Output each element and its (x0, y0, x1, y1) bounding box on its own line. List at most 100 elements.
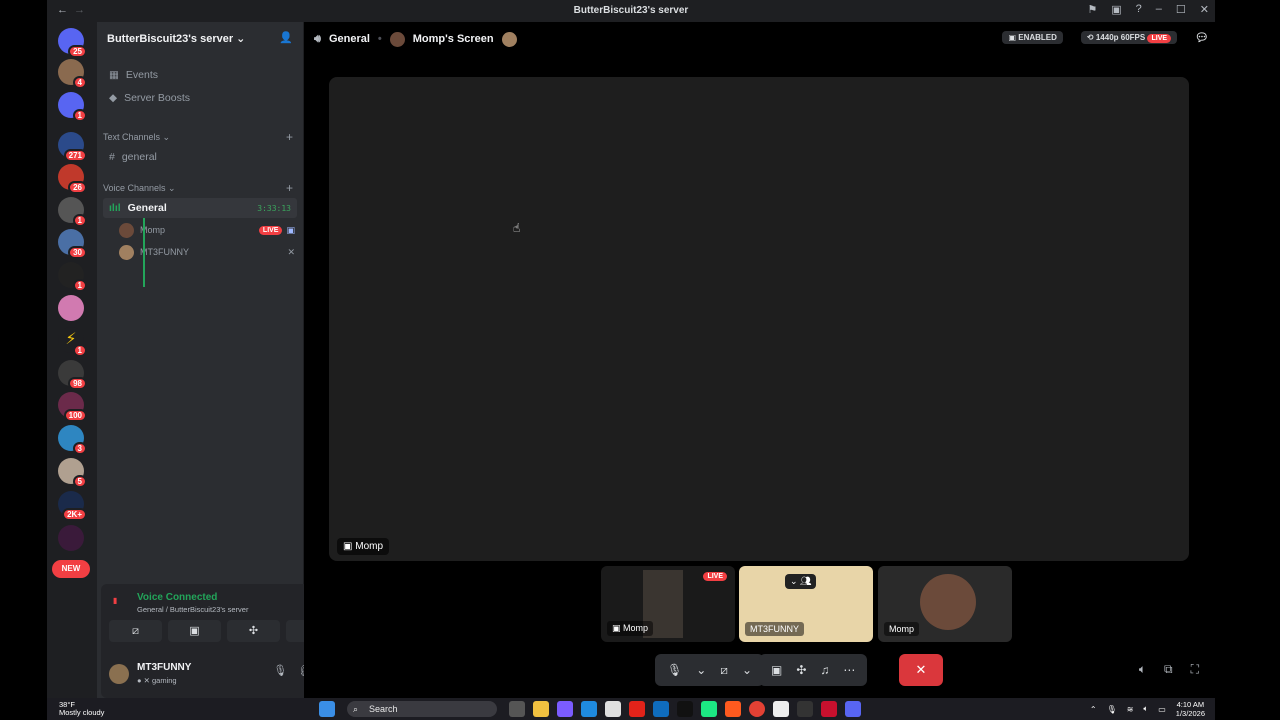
voice-channels-category[interactable]: Voice Channels ⌄ + (103, 181, 293, 195)
activities-icon[interactable]: ✣ (796, 663, 806, 677)
server-icon[interactable]: 271 (58, 132, 87, 162)
mcafee-icon[interactable] (821, 701, 837, 717)
leave-call-button[interactable]: ✕ (899, 654, 943, 686)
wifi-icon[interactable]: ≋ (1127, 705, 1134, 714)
chevron-up-icon[interactable]: ⌃ (1090, 705, 1097, 714)
add-channel-icon[interactable]: + (286, 130, 293, 144)
server-icon[interactable]: 4 (58, 59, 87, 89)
camera-off-icon[interactable]: ⧄ (720, 663, 728, 678)
avatar[interactable] (109, 664, 129, 684)
camera-off-button[interactable]: ⧄ (109, 620, 162, 642)
participant-tile[interactable]: ⌄ 👥︎ MT3FUNNY (739, 566, 873, 642)
voice-user-mt3funny[interactable]: MT3FUNNY ✕ (119, 242, 295, 262)
category-label: Text Channels ⌄ (103, 132, 171, 142)
server-icon[interactable] (58, 525, 84, 551)
badge: 30 (68, 246, 87, 259)
lightning-icon[interactable]: ⚡ 1 (58, 327, 87, 357)
volume-icon[interactable]: 🔈︎ (1139, 662, 1146, 677)
pop-out-icon[interactable]: ⧉ (1164, 662, 1173, 677)
server-icon[interactable]: 3 (58, 425, 87, 455)
share-screen-button[interactable]: ▣ (168, 620, 221, 642)
voice-user-momp[interactable]: Momp LIVE ▣ (119, 220, 295, 240)
title-bar: ←→ ButterBiscuit23's server ⚑ ▣ ? – ☐ ✕ (47, 0, 1215, 22)
screen-share-icon[interactable]: ▣ (1111, 3, 1121, 16)
user-name[interactable]: MT3FUNNY (137, 662, 191, 673)
microphone-icon[interactable]: 🎙︎ (1107, 705, 1117, 714)
server-icon[interactable]: 1 (58, 262, 87, 292)
badge: 271 (63, 149, 87, 162)
chevron-down-icon[interactable]: ⌄ (742, 663, 752, 677)
discord-icon[interactable] (845, 701, 861, 717)
server-icon[interactable]: 100 (58, 392, 87, 422)
live-badge: LIVE (703, 572, 727, 581)
chevron-down-icon[interactable]: ⌄ (696, 663, 706, 677)
share-screen-icon[interactable]: ▣ (771, 663, 782, 677)
soundboard-icon[interactable]: ♫ (820, 663, 829, 677)
help-icon[interactable]: ? (1136, 3, 1142, 16)
cursor-icon: ☝ (513, 221, 521, 235)
signal-icon: ▮ (113, 596, 118, 605)
add-channel-icon[interactable]: + (286, 181, 293, 195)
server-boosts-item[interactable]: ◆ Server Boosts (103, 88, 297, 108)
server-icon[interactable]: 98 (58, 360, 87, 390)
windows-start-icon[interactable] (319, 701, 335, 717)
server-icon[interactable]: 1 (58, 92, 87, 122)
collapse-icon[interactable]: ⌄ 👥︎ (785, 574, 817, 589)
more-icon[interactable]: ⋯ (843, 663, 855, 677)
server-icon[interactable]: 26 (58, 164, 87, 194)
netflix-icon[interactable] (677, 701, 693, 717)
weather-widget[interactable]: 38°F Mostly cloudy (59, 701, 104, 717)
activities-button[interactable]: ✣ (227, 620, 280, 642)
minimize-icon[interactable]: – (1156, 3, 1162, 16)
microphone-icon[interactable]: 🎙︎ (273, 664, 287, 677)
maximize-icon[interactable]: ☐ (1176, 3, 1186, 16)
enabled-badge[interactable]: ▣ ENABLED (1002, 31, 1063, 44)
voice-status[interactable]: Voice Connected (137, 592, 217, 603)
server-icon[interactable] (58, 295, 84, 321)
volume-icon[interactable]: 🔈︎ (1143, 704, 1148, 714)
quality-badge[interactable]: ⟲ 1440p 60FPS LIVE (1080, 31, 1178, 44)
participant-tile[interactable]: Momp (878, 566, 1012, 642)
store-icon[interactable] (605, 701, 621, 717)
badge: 26 (68, 181, 87, 194)
app-icon[interactable] (629, 701, 645, 717)
server-icon[interactable]: 1 (58, 197, 87, 227)
voice-location: General / ButterBiscuit23's server (137, 605, 249, 614)
fullscreen-icon[interactable]: ⛶ (1191, 662, 1199, 677)
task-view-icon[interactable] (509, 701, 525, 717)
stream-stage: 🔊︎ General • Momp's Screen ▣ ENABLED ⟲ 1… (304, 22, 1215, 698)
stream-view[interactable]: ☝ ▣ Momp (329, 77, 1189, 561)
direct-messages-icon[interactable]: 25 (58, 28, 87, 58)
new-badge[interactable]: NEW (52, 560, 90, 578)
text-channels-category[interactable]: Text Channels ⌄ + (103, 130, 293, 144)
server-icon[interactable]: 30 (58, 229, 87, 259)
server-icon[interactable]: 5 (58, 458, 87, 488)
chat-icon[interactable]: 💬︎ (1195, 31, 1209, 44)
close-icon[interactable]: ✕ (1200, 3, 1209, 16)
clock[interactable]: 4:10 AM 1/3/2026 (1176, 700, 1205, 718)
app-icon[interactable] (725, 701, 741, 717)
voice-channel-general[interactable]: ılıl General 3:33:13 (103, 198, 297, 218)
battery-icon[interactable]: ▭ (1158, 705, 1166, 714)
window-controls: ⚑ ▣ ? – ☐ ✕ (1087, 3, 1209, 16)
flag-icon[interactable]: ⚑ (1087, 3, 1097, 16)
server-icon[interactable]: 2K+ (58, 491, 87, 521)
app-icon[interactable] (797, 701, 813, 717)
events-item[interactable]: ▦ Events (103, 65, 297, 85)
copilot-icon[interactable] (557, 701, 573, 717)
outlook-icon[interactable] (653, 701, 669, 717)
server-name[interactable]: ButterBiscuit23's server ⌄ (107, 33, 245, 45)
channel-general-text[interactable]: # general (103, 147, 297, 167)
participant-tile[interactable]: LIVE ▣ Momp (601, 566, 735, 642)
capcut-icon[interactable] (773, 701, 789, 717)
file-explorer-icon[interactable] (533, 701, 549, 717)
taskbar-search[interactable]: ⌕ Search (347, 701, 497, 717)
invite-icon[interactable]: 👤 (279, 31, 293, 44)
edge-icon[interactable] (581, 701, 597, 717)
server-header[interactable]: ButterBiscuit23's server ⌄ 👤 (97, 22, 303, 56)
chrome-icon[interactable] (749, 701, 765, 717)
badge: 25 (68, 45, 87, 58)
weather-condition: Mostly cloudy (59, 708, 105, 717)
hulu-icon[interactable] (701, 701, 717, 717)
microphone-icon[interactable]: 🎙︎ (667, 663, 682, 677)
